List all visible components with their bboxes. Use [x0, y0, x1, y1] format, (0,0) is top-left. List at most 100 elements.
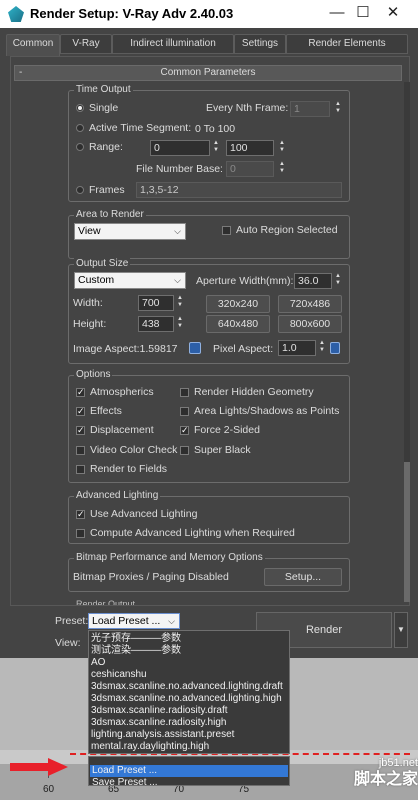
preset-option[interactable]: mental.ray.daylighting.high	[91, 741, 287, 752]
tab-settings[interactable]: Settings	[234, 34, 286, 54]
group-title: Time Output	[74, 84, 133, 96]
spinner-icon[interactable]: ▲ ▼	[176, 316, 184, 332]
frames-label: Frames	[89, 184, 125, 196]
preset-option[interactable]: 光子预存———参数	[91, 633, 287, 644]
preset-actions-list: Load Preset ... Save Preset ...	[88, 756, 290, 786]
bitmap-status-text: Bitmap Proxies / Paging Disabled	[73, 571, 229, 583]
lock-pixel-aspect-icon[interactable]	[330, 342, 340, 354]
active-range-text: 0 To 100	[195, 123, 236, 135]
super-black-checkbox[interactable]	[180, 446, 189, 455]
force-2-sided-checkbox[interactable]: ✓	[180, 426, 189, 435]
scroll-thumb[interactable]	[404, 462, 410, 602]
range-label: Range:	[89, 141, 123, 153]
frames-field[interactable]: 1,3,5-12	[136, 182, 342, 198]
preset-option[interactable]: 3dsmax.scanline.no.advanced.lighting.dra…	[91, 681, 287, 692]
dropdown-value: Load Preset ...	[92, 615, 161, 627]
spinner-icon[interactable]: ▲ ▼	[318, 340, 326, 356]
common-parameters-rollout[interactable]: - Common Parameters	[14, 65, 402, 81]
group-title: Options	[74, 369, 113, 381]
pixel-aspect-field[interactable]: 1.0	[278, 340, 316, 356]
preset-800x600-button[interactable]: 800x600	[278, 315, 342, 333]
lock-image-aspect-icon[interactable]	[189, 342, 201, 354]
preset-option[interactable]: lighting.analysis.assistant.preset	[91, 729, 287, 740]
preset-dropdown-list: 光子预存———参数 测试渲染———参数 AO ceshicanshu 3dsma…	[88, 630, 290, 754]
group-title: Output Size	[74, 258, 131, 270]
render-menu-button[interactable]: ▼	[394, 612, 408, 648]
preset-dropdown[interactable]: Load Preset ... ⌵	[88, 613, 180, 629]
dropdown-value: View	[78, 225, 101, 237]
minimize-button[interactable]: —	[328, 4, 346, 22]
preset-320x240-button[interactable]: 320x240	[206, 295, 270, 313]
output-size-preset-dropdown[interactable]: Custom ⌵	[74, 272, 186, 289]
preset-option[interactable]: 3dsmax.scanline.radiosity.draft	[91, 705, 287, 716]
file-number-base-field[interactable]: 0	[226, 161, 274, 177]
tab-render-elements[interactable]: Render Elements	[286, 34, 408, 54]
tab-vray[interactable]: V-Ray	[60, 34, 112, 54]
preset-option[interactable]: 3dsmax.scanline.no.advanced.lighting.hig…	[91, 693, 287, 704]
active-time-segment-radio[interactable]	[76, 124, 84, 132]
preset-option[interactable]: AO	[91, 657, 287, 668]
render-setup-window: Render Setup: V-Ray Adv 2.40.03 — ☐ ✕ Co…	[0, 0, 418, 658]
aperture-width-field[interactable]: 36.0	[294, 273, 332, 289]
preset-option[interactable]: 3dsmax.scanline.radiosity.high	[91, 717, 287, 728]
bitmap-setup-button[interactable]: Setup...	[264, 568, 342, 586]
single-radio[interactable]	[76, 104, 84, 112]
window-title: Render Setup: V-Ray Adv 2.40.03	[30, 6, 234, 21]
timeline-tick-label: 60	[43, 784, 55, 795]
aperture-width-label: Aperture Width(mm):	[196, 275, 294, 287]
spinner-icon[interactable]: ▲ ▼	[334, 101, 342, 117]
tab-common[interactable]: Common	[6, 34, 60, 56]
save-preset-option[interactable]: Save Preset ...	[90, 777, 288, 786]
spinner-icon[interactable]: ▲ ▼	[278, 140, 286, 156]
spinner-icon[interactable]: ▲ ▼	[278, 161, 286, 177]
load-preset-option[interactable]: Load Preset ...	[90, 765, 288, 777]
preset-720x486-button[interactable]: 720x486	[278, 295, 342, 313]
width-field[interactable]: 700	[138, 295, 174, 311]
every-nth-frame-field[interactable]: 1	[290, 101, 330, 117]
video-color-check-label: Video Color Check	[90, 444, 178, 456]
frames-radio[interactable]	[76, 186, 84, 194]
scrollbar[interactable]	[404, 82, 410, 602]
height-label: Height:	[73, 318, 107, 330]
render-to-fields-checkbox[interactable]	[76, 465, 85, 474]
preset-option[interactable]: ceshicanshu	[91, 669, 287, 680]
super-black-label: Super Black	[194, 444, 251, 456]
collapse-icon: -	[19, 67, 23, 78]
preset-640x480-button[interactable]: 640x480	[206, 315, 270, 333]
video-color-check-checkbox[interactable]	[76, 446, 85, 455]
render-hidden-geometry-label: Render Hidden Geometry	[194, 386, 314, 398]
range-to-field[interactable]: 100	[226, 140, 274, 156]
red-arrow-icon	[10, 758, 68, 776]
displacement-checkbox[interactable]: ✓	[76, 426, 85, 435]
watermark: jb51.net 脚本之家	[332, 757, 418, 797]
preset-option[interactable]: 测试渲染———参数	[91, 645, 287, 656]
atmospherics-label: Atmospherics	[90, 386, 154, 398]
3dsmax-app-icon	[8, 6, 24, 22]
area-lights-shadows-label: Area Lights/Shadows as Points	[194, 405, 340, 417]
tab-indirect-illumination[interactable]: Indirect illumination	[112, 34, 234, 54]
render-hidden-geometry-checkbox[interactable]	[180, 388, 189, 397]
pixel-aspect-label: Pixel Aspect:	[213, 343, 274, 355]
auto-region-checkbox[interactable]	[222, 226, 231, 235]
preset-label: Preset:	[55, 615, 89, 627]
image-aspect-text: Image Aspect:1.59817	[73, 343, 178, 355]
spinner-icon[interactable]: ▲ ▼	[176, 295, 184, 311]
range-radio[interactable]	[76, 143, 84, 151]
height-field[interactable]: 438	[138, 316, 174, 332]
view-label: View:	[55, 637, 81, 649]
spinner-icon[interactable]: ▲ ▼	[212, 140, 220, 156]
use-advanced-lighting-label: Use Advanced Lighting	[90, 508, 198, 520]
spinner-icon[interactable]: ▲ ▼	[334, 273, 342, 289]
effects-checkbox[interactable]: ✓	[76, 407, 85, 416]
maximize-button[interactable]: ☐	[354, 4, 372, 22]
close-button[interactable]: ✕	[384, 4, 402, 22]
use-advanced-lighting-checkbox[interactable]: ✓	[76, 510, 85, 519]
area-lights-shadows-checkbox[interactable]	[180, 407, 189, 416]
compute-advanced-lighting-checkbox[interactable]	[76, 529, 85, 538]
rollout-title: Common Parameters	[160, 67, 256, 78]
area-to-render-dropdown[interactable]: View ⌵	[74, 223, 186, 240]
dropdown-value: Custom	[78, 274, 115, 286]
range-from-field[interactable]: 0	[150, 140, 210, 156]
watermark-url: jb51.net	[378, 757, 418, 769]
atmospherics-checkbox[interactable]: ✓	[76, 388, 85, 397]
